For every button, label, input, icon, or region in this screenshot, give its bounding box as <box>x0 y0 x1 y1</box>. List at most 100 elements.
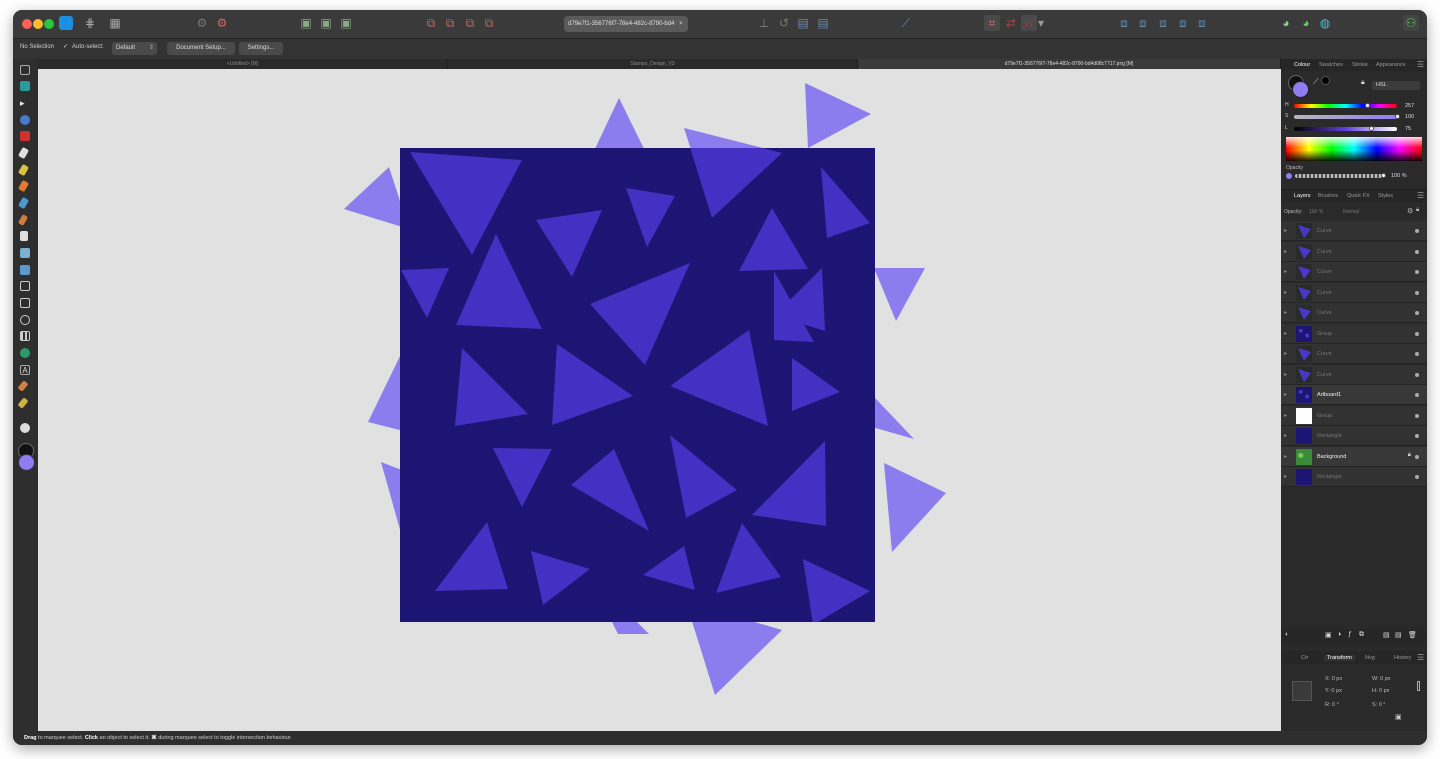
hue-slider-knob[interactable] <box>1365 103 1371 108</box>
account-icon[interactable]: ⚇ <box>1403 15 1419 31</box>
tab-history[interactable]: History <box>1394 655 1411 661</box>
align-center-icon[interactable]: ▣ <box>318 15 334 31</box>
colour-spectrum[interactable] <box>1286 137 1422 161</box>
adjustment-icon[interactable]: ◑ <box>1337 631 1341 638</box>
canvas[interactable] <box>38 69 1281 731</box>
ellipse-tool-icon[interactable] <box>20 315 30 325</box>
layer-visibility-icon[interactable] <box>1415 454 1419 459</box>
layer-row[interactable]: Curve ▸ <box>1281 303 1427 323</box>
pixel-persona-icon[interactable]: ▦ <box>107 15 123 31</box>
pencil-tool-icon[interactable] <box>17 163 30 177</box>
layer-opacity-value[interactable]: 100 % <box>1309 209 1323 215</box>
opacity-slider[interactable] <box>1295 174 1383 178</box>
transparency-tool-icon[interactable] <box>20 248 30 258</box>
layer-visibility-icon[interactable] <box>1415 229 1419 233</box>
panel-menu-icon[interactable]: ☰ <box>1417 60 1424 69</box>
saturation-slider-knob[interactable] <box>1394 114 1400 119</box>
group-layer-icon[interactable]: ⧉ <box>1359 631 1364 639</box>
layer-row[interactable]: Background ▸ 🔒︎ <box>1281 446 1427 467</box>
layer-expand-icon[interactable]: ▸ <box>1284 473 1287 480</box>
artboard-tool-icon[interactable] <box>20 81 30 91</box>
lightness-slider-knob[interactable] <box>1368 126 1374 131</box>
layer-expand-icon[interactable]: ▸ <box>1284 330 1287 337</box>
boolean-subtract-icon[interactable]: ⧉ <box>442 15 458 31</box>
zoom-window-button[interactable] <box>44 19 54 29</box>
blend-mode-dropdown[interactable]: Normal <box>1343 209 1359 215</box>
corner-tool-icon[interactable] <box>20 131 30 141</box>
layer-expand-icon[interactable]: ▸ <box>1284 432 1287 439</box>
lightness-slider[interactable] <box>1294 127 1397 131</box>
crop-tool-icon[interactable] <box>20 281 30 291</box>
layer-fx-icon[interactable]: ◐ <box>1285 631 1289 638</box>
layer-settings-gear-icon[interactable]: ⚙ <box>1407 207 1413 215</box>
saturation-slider[interactable] <box>1294 115 1397 119</box>
insert-inside-icon[interactable]: ⧈ <box>1155 15 1171 31</box>
layer-expand-icon[interactable]: ▸ <box>1284 309 1287 316</box>
layer-row[interactable]: Curve ▸ <box>1281 282 1427 303</box>
black-swatch[interactable] <box>1321 76 1330 85</box>
layer-visibility-icon[interactable] <box>1415 434 1419 438</box>
arrange-forward-icon[interactable]: ▤ <box>795 15 811 31</box>
add-pixel-layer-icon[interactable]: ▤ <box>1383 631 1390 639</box>
overflow-triangle[interactable] <box>874 268 925 321</box>
point-transform-tool-icon[interactable] <box>20 115 30 125</box>
auto-select-checkbox[interactable]: ✓ <box>63 43 70 50</box>
document-title-pill[interactable]: d79e7f1-356776f7-78e4-482c-8790-bd4 × <box>564 16 688 32</box>
boolean-add-icon[interactable]: ⧉ <box>423 15 439 31</box>
designer-persona-icon[interactable]: ⋕ <box>82 15 98 31</box>
tab-stroke[interactable]: Stroke <box>1352 62 1368 68</box>
layer-expand-icon[interactable]: ▸ <box>1284 227 1287 234</box>
affinity-designer-logo-icon[interactable] <box>59 16 73 30</box>
layer-expand-icon[interactable]: ▸ <box>1284 453 1287 460</box>
fill-well[interactable] <box>1292 81 1309 98</box>
layer-visibility-icon[interactable] <box>1415 393 1419 397</box>
s-value[interactable]: 100 <box>1405 113 1427 121</box>
layer-expand-icon[interactable]: ▸ <box>1284 371 1287 378</box>
layer-expand-icon[interactable]: ▸ <box>1284 248 1287 255</box>
fill-bucket-tool-icon[interactable] <box>20 231 28 241</box>
tab-active-document[interactable]: d79e7f1-356776f7-78e4-482c-8790-bd4d08c7… <box>858 59 1281 69</box>
l-value[interactable]: 75 <box>1405 125 1427 133</box>
boolean-xor-icon[interactable]: ⧉ <box>481 15 497 31</box>
layer-row[interactable]: Curve ▸ <box>1281 241 1427 262</box>
align-icon[interactable]: ▣ <box>298 15 314 31</box>
layer-row[interactable]: Artboard1 ▸ <box>1281 385 1427 405</box>
layer-row[interactable]: Group ▸ <box>1281 405 1427 426</box>
snapping-gear-icon[interactable]: ⚙ <box>214 15 230 31</box>
auto-select-dropdown[interactable]: Default ⇕ <box>112 42 157 55</box>
layer-expand-icon[interactable]: ▸ <box>1284 268 1287 275</box>
layer-row[interactable]: Curve ▸ <box>1281 344 1427 364</box>
fill-colour-swatch[interactable] <box>18 454 35 471</box>
layer-visibility-icon[interactable] <box>1415 413 1419 418</box>
h-value[interactable]: 257 <box>1405 102 1427 110</box>
layer-expand-icon[interactable]: ▸ <box>1284 289 1287 296</box>
node-tool-icon[interactable]: ▸ <box>20 98 30 108</box>
layer-row[interactable]: Group ▸ <box>1281 323 1427 344</box>
layers-menu-icon[interactable]: ☰ <box>1417 191 1424 200</box>
settings-gear-icon[interactable]: ⚙ <box>194 15 210 31</box>
minimize-window-button[interactable] <box>33 19 43 29</box>
tab-colour[interactable]: Colour <box>1294 62 1310 68</box>
shape-builder-tool-icon[interactable] <box>20 348 30 358</box>
settings-button[interactable]: Settings... <box>239 42 283 55</box>
layer-row[interactable]: Curve ▸ <box>1281 221 1427 241</box>
text-tool-icon[interactable]: A <box>20 365 30 375</box>
lock-icon[interactable]: 🔒︎ <box>1361 79 1365 87</box>
assistant-icon[interactable]: ◍ <box>1317 15 1333 31</box>
transform-menu-icon[interactable]: ☰ <box>1417 653 1424 662</box>
transform-y[interactable]: Y: 0 px <box>1325 688 1342 694</box>
layer-visibility-icon[interactable] <box>1415 372 1419 377</box>
document-close-icon[interactable]: × <box>679 21 683 27</box>
tab-untitled[interactable]: <Untitled> [M] <box>38 59 448 69</box>
layer-expand-icon[interactable]: ▸ <box>1284 412 1287 419</box>
layer-row[interactable]: Curve ▸ <box>1281 262 1427 282</box>
snapping-toggle-icon[interactable]: ⇄ <box>1003 15 1019 31</box>
overflow-triangle[interactable] <box>884 463 946 552</box>
live-filter-icon[interactable]: ƒ <box>1348 631 1352 638</box>
insert-behind-icon[interactable]: ⧈ <box>1175 15 1191 31</box>
anchor-selector[interactable] <box>1292 681 1312 701</box>
document-setup-button[interactable]: Document Setup... <box>167 42 235 55</box>
overflow-triangle[interactable] <box>344 167 409 229</box>
layer-lock-icon[interactable]: 🔒︎ <box>1408 452 1411 459</box>
place-image-tool-icon[interactable] <box>20 265 30 275</box>
